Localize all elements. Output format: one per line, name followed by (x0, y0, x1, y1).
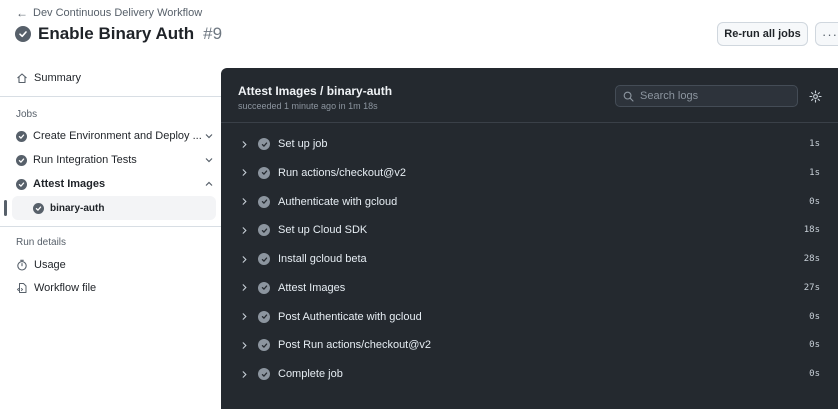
log-step-row[interactable]: Run actions/checkout@v2 1s (221, 159, 838, 187)
sidebar-item-create-environment[interactable]: Create Environment and Deploy ... (16, 130, 214, 142)
sidebar-item-binary-auth[interactable]: binary-auth (12, 196, 216, 220)
log-step-row[interactable]: Install gcloud beta 28s (221, 245, 838, 273)
search-logs-input[interactable] (640, 90, 790, 102)
search-icon (623, 91, 634, 102)
log-step-row[interactable]: Post Authenticate with gcloud 0s (221, 303, 838, 331)
job-label: Attest Images (33, 178, 106, 190)
success-check-icon (258, 138, 270, 150)
more-options-button[interactable]: ··· (815, 22, 838, 46)
step-duration: 18s (803, 225, 820, 236)
back-link-label: Dev Continuous Delivery Workflow (33, 7, 203, 19)
chevron-right-icon (242, 342, 247, 349)
sidebar-divider (0, 96, 222, 97)
jobs-heading: Jobs (16, 109, 38, 120)
sidebar-item-usage[interactable]: Usage (16, 259, 66, 271)
log-step-row[interactable]: Authenticate with gcloud 0s (221, 188, 838, 216)
log-step-row[interactable]: Set up Cloud SDK 18s (221, 216, 838, 244)
chevron-right-icon (242, 313, 247, 320)
back-to-workflow-link[interactable]: ← Dev Continuous Delivery Workflow (16, 7, 202, 19)
run-number: #9 (203, 24, 223, 43)
step-name: Authenticate with gcloud (278, 195, 398, 208)
step-duration: 1s (809, 167, 820, 178)
step-duration: 0s (809, 369, 820, 379)
success-check-icon (258, 310, 270, 323)
chevron-right-icon (242, 169, 247, 176)
step-name: Install gcloud beta (278, 253, 367, 265)
gear-icon[interactable] (809, 90, 822, 103)
chevron-down-icon (205, 158, 213, 163)
arrow-left-icon: ← (16, 6, 28, 20)
chevron-right-icon (242, 140, 247, 148)
step-duration: 0s (809, 196, 820, 207)
success-check-icon (15, 26, 31, 42)
step-name: Post Authenticate with gcloud (278, 310, 422, 323)
chevron-up-icon (205, 181, 213, 186)
success-check-icon (258, 166, 270, 179)
success-check-icon (258, 224, 270, 237)
home-icon (17, 73, 27, 84)
chevron-right-icon (242, 255, 247, 263)
log-step-row[interactable]: Attest Images 27s (221, 274, 838, 302)
success-check-icon (16, 154, 27, 166)
job-title: Attest Images / binary-auth (238, 84, 393, 98)
job-label: Run Integration Tests (33, 154, 137, 166)
chevron-right-icon (242, 370, 247, 378)
step-name: Run actions/checkout@v2 (278, 166, 406, 179)
success-check-icon (258, 281, 270, 294)
chevron-right-icon (242, 284, 247, 291)
page-title: Enable Binary Auth (38, 24, 195, 43)
workflow-file-label: Workflow file (34, 282, 97, 294)
run-details-heading: Run details (16, 237, 67, 248)
step-name: Set up Cloud SDK (278, 224, 368, 237)
job-log-panel: Attest Images / binary-auth succeeded 1 … (221, 68, 838, 409)
log-panel-header: Attest Images / binary-auth succeeded 1 … (221, 68, 838, 123)
page-title-row: Enable Binary Auth #9 (15, 24, 222, 44)
success-check-icon (16, 178, 27, 190)
stopwatch-icon (17, 259, 27, 271)
log-step-row[interactable]: Set up job 1s (221, 130, 838, 158)
log-step-row[interactable]: Complete job 0s (221, 360, 838, 388)
success-check-icon (258, 339, 270, 352)
success-check-icon (16, 130, 27, 142)
step-name: Set up job (278, 138, 328, 150)
step-name: Complete job (278, 368, 343, 380)
chevron-down-icon (205, 134, 213, 139)
step-duration: 28s (803, 254, 820, 264)
step-name: Attest Images (278, 281, 346, 294)
job-label: Create Environment and Deploy ... (33, 130, 202, 142)
summary-label: Summary (34, 72, 82, 84)
chevron-right-icon (242, 227, 247, 234)
sidebar-item-run-integration-tests[interactable]: Run Integration Tests (16, 154, 214, 166)
step-duration: 0s (809, 340, 820, 351)
sidebar-item-attest-images[interactable]: Attest Images (16, 178, 214, 190)
job-status-text: succeeded 1 minute ago in 1m 18s (238, 101, 378, 111)
step-duration: 1s (809, 139, 820, 149)
success-check-icon (258, 368, 270, 380)
success-check-icon (258, 195, 270, 208)
sub-job-label: binary-auth (50, 202, 105, 214)
search-logs-box[interactable] (615, 85, 798, 107)
step-duration: 27s (803, 282, 820, 293)
active-indicator (4, 200, 7, 216)
file-code-icon (16, 283, 27, 293)
success-check-icon (33, 202, 44, 214)
step-duration: 0s (809, 311, 820, 322)
rerun-all-jobs-button[interactable]: Re-run all jobs (717, 22, 808, 46)
sidebar-item-summary[interactable]: Summary (16, 72, 81, 84)
success-check-icon (258, 253, 270, 265)
step-name: Post Run actions/checkout@v2 (278, 339, 432, 352)
log-step-row[interactable]: Post Run actions/checkout@v2 0s (221, 331, 838, 359)
sidebar-divider (0, 226, 222, 227)
sidebar-item-workflow-file[interactable]: Workflow file (16, 282, 96, 294)
usage-label: Usage (34, 259, 66, 271)
chevron-right-icon (242, 198, 247, 205)
